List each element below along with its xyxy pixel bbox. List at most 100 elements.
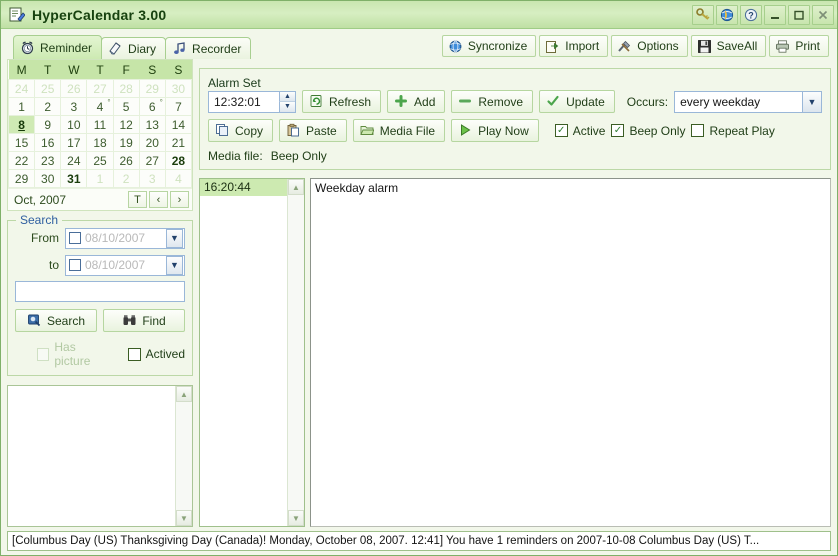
calendar-day-cell[interactable]: 24 [7, 79, 36, 98]
update-button[interactable]: Update [539, 90, 615, 113]
calendar-day-cell[interactable]: 24 [60, 151, 88, 170]
occurs-combobox[interactable]: every weekday ▼ [674, 90, 822, 113]
beep-only-checkbox-box[interactable]: ✓ [611, 124, 625, 137]
scroll-down-icon[interactable]: ▼ [288, 510, 304, 526]
scroll-track[interactable] [288, 195, 304, 510]
paste-button[interactable]: Paste [279, 119, 347, 142]
search-from-dropdown-icon[interactable]: ▼ [166, 228, 183, 248]
calendar-prev-month-button[interactable]: ‹ [149, 191, 168, 208]
syncronize-button[interactable]: Syncronize [441, 35, 537, 57]
refresh-button[interactable]: Refresh [302, 90, 382, 113]
search-to-dropdown-icon[interactable]: ▼ [166, 255, 183, 275]
actived-checkbox[interactable]: Actived [127, 347, 185, 361]
search-button[interactable]: Search [15, 309, 97, 332]
calendar-day-cell[interactable]: 29 [7, 169, 36, 188]
calendar-day-cell[interactable]: 2 [112, 169, 140, 188]
calendar-day-cell[interactable]: 21 [164, 133, 193, 152]
tab-diary[interactable]: Diary [101, 37, 167, 59]
calendar-day-cell[interactable]: 4 ° [86, 97, 114, 116]
calendar-day-cell[interactable]: 12 [112, 115, 140, 134]
calendar-day-cell[interactable]: 22 [7, 151, 36, 170]
add-button[interactable]: Add [387, 90, 446, 113]
scroll-track[interactable] [176, 402, 192, 510]
scroll-down-icon[interactable]: ▼ [176, 510, 192, 526]
repeat-play-checkbox-box[interactable] [691, 124, 705, 137]
calendar-day-cell[interactable]: 18 [86, 133, 114, 152]
spin-down-icon[interactable]: ▼ [279, 101, 295, 112]
calendar-day-cell[interactable]: 9 [34, 115, 62, 134]
minimize-button[interactable] [764, 4, 786, 25]
play-now-button[interactable]: Play Now [451, 119, 539, 142]
search-keyword-input[interactable] [15, 281, 185, 302]
month-calendar[interactable]: M T W T F S S 24 25 26 27 28 29 30 1 2 3 4 ° 5 6 ° 7 8 9 1… [7, 59, 193, 211]
calendar-day-cell[interactable]: 27 [138, 151, 166, 170]
scroll-up-icon[interactable]: ▲ [288, 179, 304, 195]
search-results-list[interactable]: ▲ ▼ [7, 385, 193, 527]
calendar-day-cell[interactable]: 28 [164, 151, 193, 170]
alarm-time-spin-arrows[interactable]: ▲ ▼ [279, 91, 295, 112]
calendar-day-cell[interactable]: 15 [7, 133, 36, 152]
calendar-next-month-button[interactable]: › [170, 191, 189, 208]
calendar-day-cell[interactable]: 13 [138, 115, 166, 134]
actived-checkbox-box[interactable] [127, 347, 141, 361]
calendar-day-cell[interactable]: 23 [34, 151, 62, 170]
calendar-day-cell[interactable]: 25 [34, 79, 62, 98]
calendar-today-button[interactable]: T [128, 191, 147, 208]
beep-only-checkbox[interactable]: ✓ Beep Only [611, 124, 685, 138]
calendar-day-cell[interactable]: 2 [34, 97, 62, 116]
close-button[interactable] [812, 4, 834, 25]
print-button[interactable]: Print [769, 35, 829, 57]
alarm-time-list[interactable]: 16:20:44 ▲ ▼ [199, 178, 305, 527]
search-from-datefield[interactable]: 08/10/2007 ▼ [65, 227, 185, 249]
alarm-note-editor[interactable]: Weekday alarm [310, 178, 831, 527]
calendar-day-cell[interactable]: 16 [34, 133, 62, 152]
calendar-day-cell[interactable]: 14 [164, 115, 193, 134]
calendar-day-cell[interactable]: 11 [86, 115, 114, 134]
calendar-day-cell[interactable]: 7 [164, 97, 193, 116]
calendar-day-cell[interactable]: 28 [112, 79, 140, 98]
tab-reminder[interactable]: Reminder [13, 35, 103, 59]
calendar-day-cell[interactable]: 4 [164, 169, 193, 188]
help-button[interactable]: ? [740, 4, 762, 25]
remove-button[interactable]: Remove [451, 90, 534, 113]
calendar-day-cell[interactable]: 1 [86, 169, 114, 188]
active-checkbox[interactable]: ✓ Active [554, 124, 605, 138]
calendar-day-cell[interactable]: 3 [138, 169, 166, 188]
search-results-items[interactable] [8, 386, 175, 526]
tab-recorder[interactable]: Recorder [165, 37, 252, 59]
options-button[interactable]: Options [611, 35, 688, 57]
calendar-day-cell[interactable]: 30 [34, 169, 62, 188]
alarm-time-spinner[interactable]: 12:32:01 ▲ ▼ [208, 90, 296, 113]
list-item[interactable]: 16:20:44 [200, 179, 287, 196]
calendar-day-cell[interactable]: 3 [60, 97, 88, 116]
calendar-day-cell[interactable]: 31 [60, 169, 88, 188]
find-button[interactable]: Find [103, 309, 185, 332]
calendar-day-cell[interactable]: 26 [60, 79, 88, 98]
alarm-time-list-items[interactable]: 16:20:44 [200, 179, 287, 526]
calendar-day-cell[interactable]: 17 [60, 133, 88, 152]
calendar-day-cell[interactable]: 27 [86, 79, 114, 98]
active-checkbox-box[interactable]: ✓ [554, 124, 568, 137]
maximize-button[interactable] [788, 4, 810, 25]
repeat-play-checkbox[interactable]: Repeat Play [691, 124, 775, 138]
search-to-datefield[interactable]: 08/10/2007 ▼ [65, 254, 185, 276]
import-button[interactable]: Import [539, 35, 609, 57]
spin-up-icon[interactable]: ▲ [279, 91, 295, 101]
calendar-day-cell[interactable]: 5 [112, 97, 140, 116]
calendar-day-cell[interactable]: 19 [112, 133, 140, 152]
calendar-day-cell[interactable]: 20 [138, 133, 166, 152]
calendar-day-cell[interactable]: 8 [7, 115, 36, 134]
search-results-scrollbar[interactable]: ▲ ▼ [175, 386, 192, 526]
web-button[interactable] [716, 4, 738, 25]
search-to-checkbox[interactable] [69, 259, 81, 271]
calendar-day-cell[interactable]: 1 [7, 97, 36, 116]
calendar-day-cell[interactable]: 30 [164, 79, 193, 98]
calendar-day-cell[interactable]: 29 [138, 79, 166, 98]
calendar-day-cell[interactable]: 25 [86, 151, 114, 170]
saveall-button[interactable]: SaveAll [690, 35, 767, 57]
calendar-day-cell[interactable]: 26 [112, 151, 140, 170]
search-from-checkbox[interactable] [69, 232, 81, 244]
key-button[interactable] [692, 4, 714, 25]
alarm-list-scrollbar[interactable]: ▲ ▼ [287, 179, 304, 526]
chevron-down-icon[interactable]: ▼ [802, 91, 821, 112]
